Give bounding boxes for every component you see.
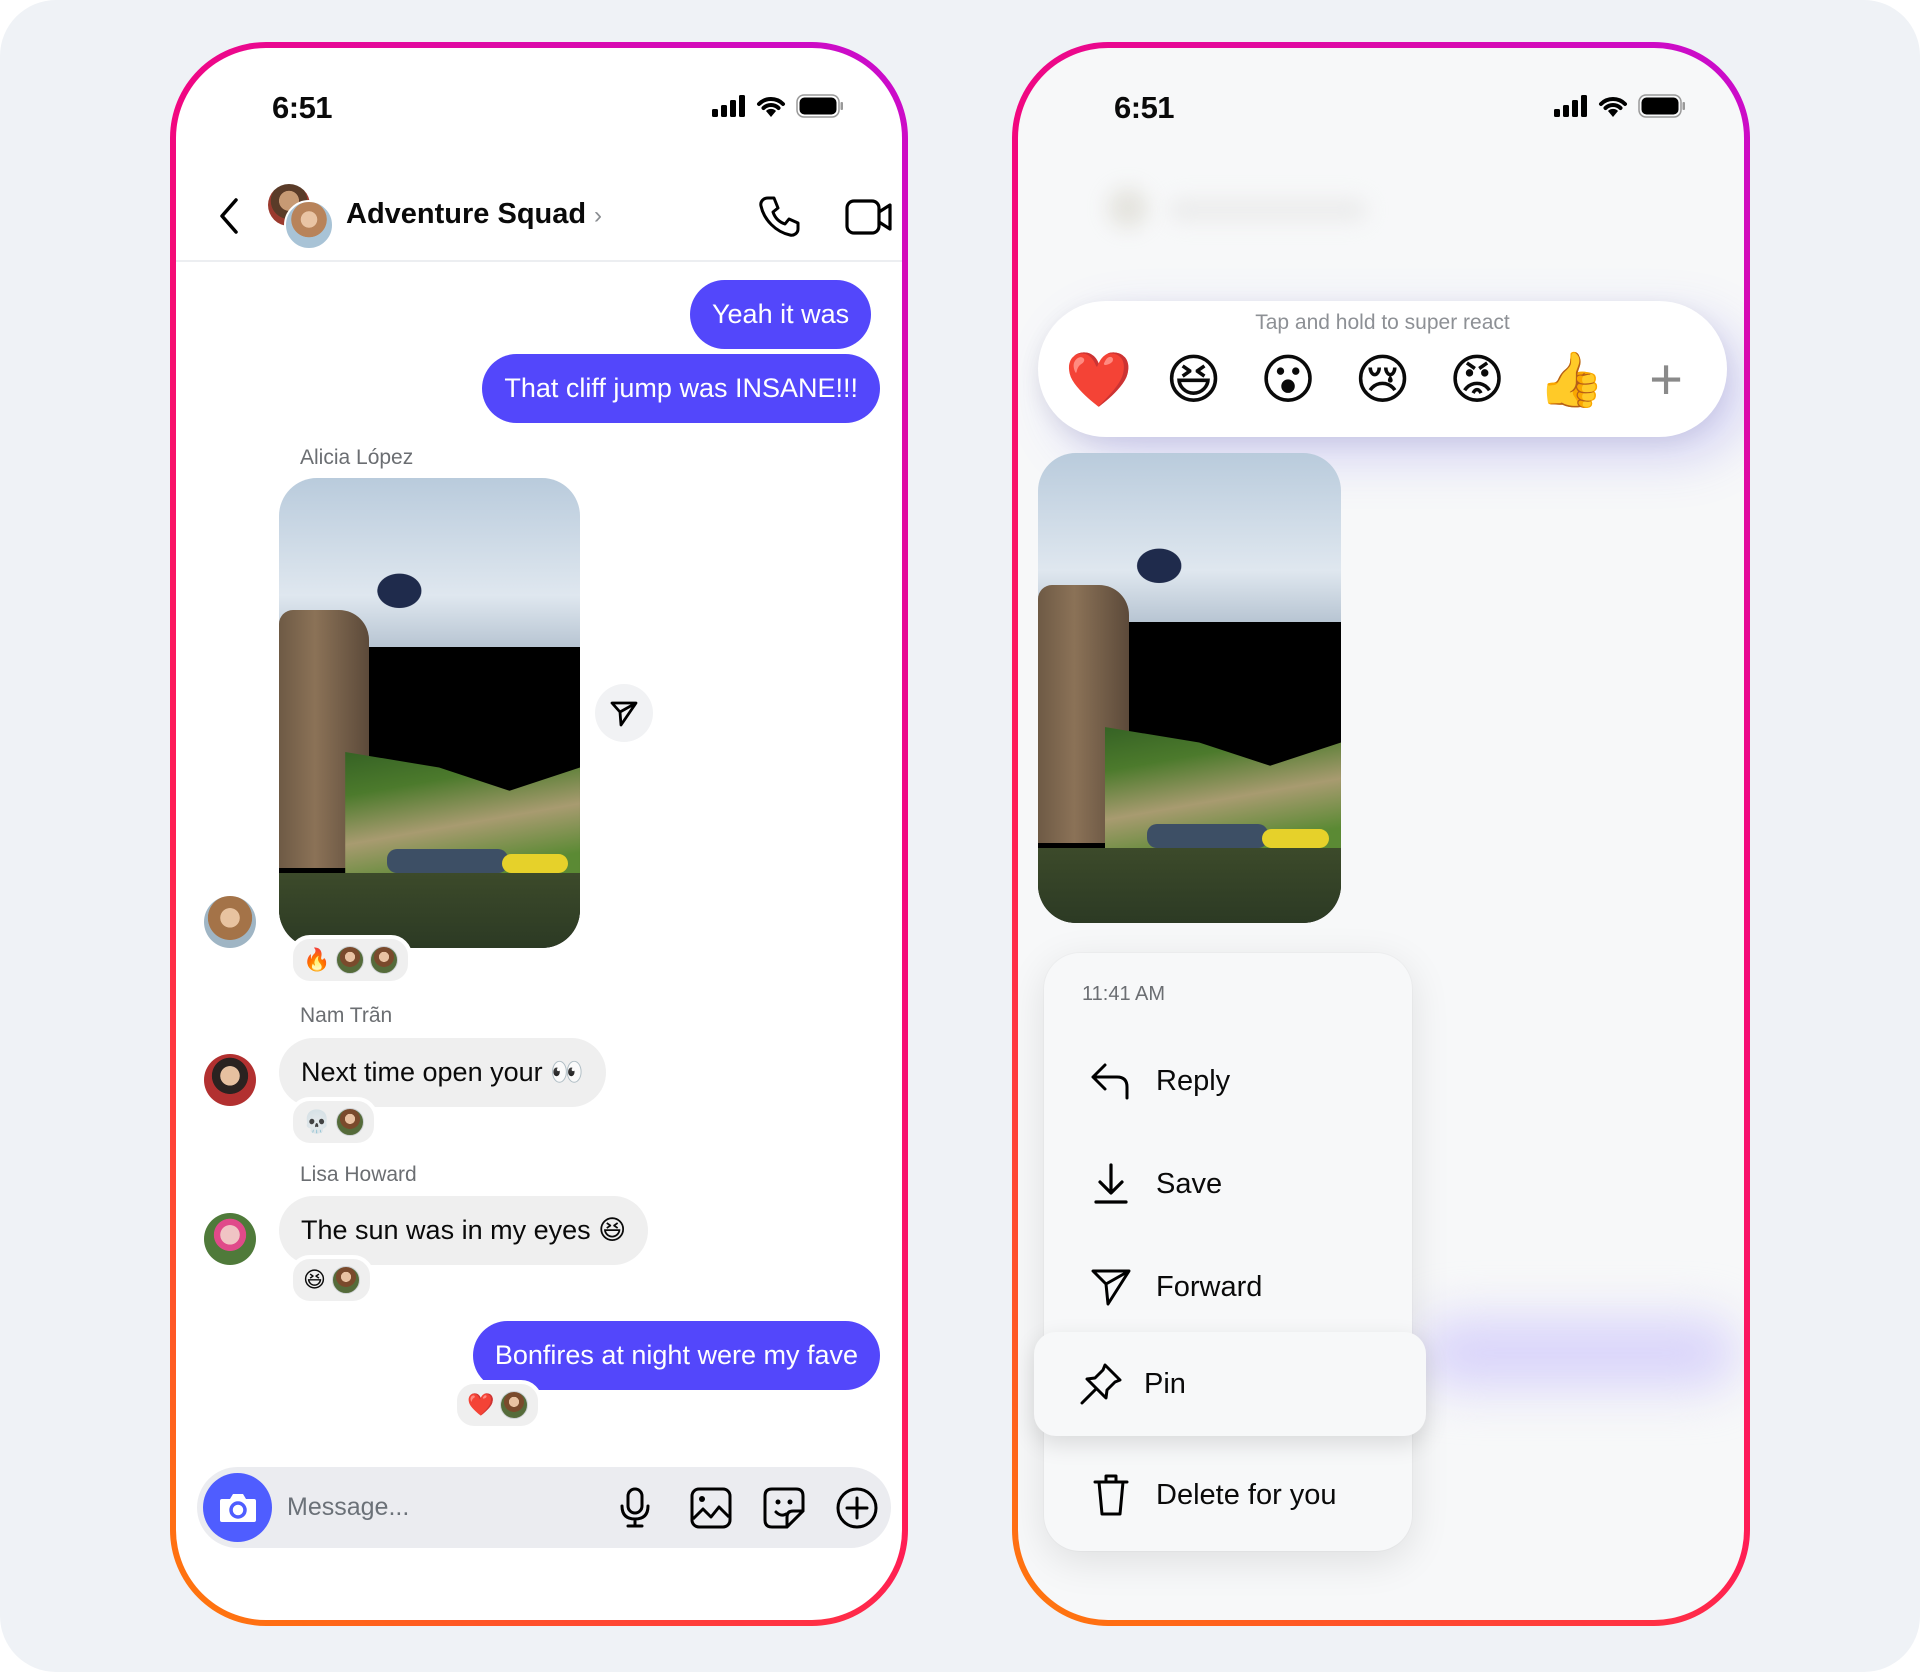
reaction-thumbs-up[interactable]: 👍 — [1537, 345, 1607, 415]
chevron-right-icon[interactable]: › — [594, 202, 602, 230]
message-input[interactable]: Message... — [287, 1467, 409, 1548]
reaction-emoji: 🔥 — [303, 947, 331, 972]
reaction-angry[interactable]: 😡 — [1442, 345, 1512, 415]
reaction-emoji: 😆 — [303, 1267, 326, 1292]
avatar-lisa[interactable] — [204, 1213, 256, 1265]
more-reactions-button[interactable]: + — [1631, 345, 1701, 415]
message-bubble-outgoing[interactable]: Yeah it was — [690, 280, 872, 349]
blurred-outgoing-bubble — [1418, 1318, 1738, 1388]
reaction-emoji: ❤️ — [467, 1392, 495, 1417]
menu-item-label: Reply — [1156, 1064, 1231, 1097]
send-icon — [610, 701, 638, 727]
reply-icon — [1091, 1063, 1129, 1100]
reaction-heart[interactable]: ❤️ — [1064, 345, 1134, 415]
send-icon — [1091, 1269, 1131, 1306]
sender-name: Lisa Howard — [300, 1163, 417, 1186]
battery-icon — [1638, 94, 1685, 118]
download-icon — [1094, 1163, 1128, 1204]
cellular-signal-icon — [1554, 95, 1587, 117]
menu-item-label: Save — [1156, 1167, 1223, 1200]
chat-header: Adventure Squad › — [176, 176, 902, 256]
blurred-header-title — [1168, 198, 1368, 222]
phone-chat-view: 6:51 Adventure Squad › Yeah it was That … — [170, 42, 908, 1626]
message-composer: Message... — [197, 1467, 891, 1548]
sender-name: Nam Trãn — [300, 1004, 393, 1027]
photo-raft — [501, 854, 568, 873]
gallery-icon[interactable] — [690, 1487, 732, 1529]
message-reactions[interactable]: 💀 — [289, 1097, 379, 1147]
message-reactions[interactable]: 🔥 — [289, 935, 413, 985]
reaction-laughing[interactable]: 😆 — [1159, 345, 1229, 415]
photo-raft — [387, 849, 508, 873]
menu-item-delete[interactable]: Delete for you — [1044, 1450, 1412, 1540]
reactor-avatar — [336, 946, 365, 974]
photo-raft — [1147, 824, 1269, 848]
reaction-hint: Tap and hold to super react — [1255, 311, 1510, 334]
pin-icon — [1080, 1363, 1122, 1405]
video-camera-icon[interactable] — [844, 194, 894, 240]
reactor-avatar — [336, 1108, 365, 1136]
menu-item-label: Delete for you — [1156, 1478, 1337, 1511]
chat-screen: 6:51 Adventure Squad › Yeah it was That … — [176, 48, 902, 1620]
wifi-icon — [1599, 97, 1627, 117]
status-icons — [1554, 94, 1686, 118]
sticker-icon[interactable] — [763, 1487, 805, 1529]
menu-item-label: Pin — [1144, 1367, 1186, 1400]
forward-photo-button[interactable] — [595, 684, 653, 742]
phone-context-menu-view: 6:51 Tap and hold to super react ❤️ 😆 😮 … — [1012, 42, 1750, 1626]
status-icons — [712, 94, 844, 118]
menu-item-forward[interactable]: Forward — [1044, 1242, 1412, 1332]
menu-item-save[interactable]: Save — [1044, 1139, 1412, 1229]
avatar-nam[interactable] — [204, 1054, 256, 1106]
wifi-icon — [757, 97, 785, 117]
reactor-avatar — [370, 946, 399, 974]
photo-water — [1038, 847, 1341, 923]
microphone-icon[interactable] — [617, 1487, 653, 1529]
message-timestamp: 11:41 AM — [1082, 983, 1166, 1005]
message-bubble-outgoing[interactable]: That cliff jump was INSANE!!! — [482, 354, 880, 423]
group-avatar[interactable] — [268, 184, 334, 250]
message-bubble-outgoing[interactable]: Bonfires at night were my fave — [472, 1321, 880, 1390]
camera-button[interactable] — [203, 1473, 272, 1542]
blurred-header-avatar — [1108, 188, 1148, 228]
cellular-signal-icon — [712, 95, 745, 117]
reaction-surprised[interactable]: 😮 — [1253, 345, 1323, 415]
reaction-emoji: 💀 — [303, 1109, 331, 1134]
message-reactions[interactable]: ❤️ — [453, 1380, 543, 1430]
menu-item-pin[interactable]: Pin — [1034, 1332, 1426, 1436]
trash-icon — [1093, 1474, 1129, 1516]
reaction-options: ❤️ 😆 😮 😢 😡 👍 + — [1064, 345, 1701, 415]
reactor-avatar — [331, 1266, 360, 1294]
context-screen: 6:51 Tap and hold to super react ❤️ 😆 😮 … — [1018, 48, 1744, 1620]
message-action-menu: 11:41 AM Reply Save Forward Delete for y… — [1044, 953, 1412, 1551]
status-time: 6:51 — [272, 90, 333, 125]
phone-icon[interactable] — [756, 194, 802, 240]
menu-item-reply[interactable]: Reply — [1044, 1036, 1412, 1126]
header-divider — [176, 260, 902, 262]
photo-raft — [1262, 829, 1329, 848]
message-reactions[interactable]: 😆 — [289, 1255, 374, 1305]
add-icon[interactable] — [836, 1487, 878, 1529]
menu-item-label: Forward — [1156, 1270, 1263, 1303]
avatar — [284, 200, 334, 250]
status-time: 6:51 — [1114, 90, 1175, 125]
sender-name: Alicia López — [300, 446, 414, 469]
battery-icon — [796, 94, 843, 118]
reaction-picker: Tap and hold to super react ❤️ 😆 😮 😢 😡 👍… — [1038, 301, 1727, 437]
selected-photo-message — [1038, 453, 1341, 923]
chat-title[interactable]: Adventure Squad — [346, 198, 586, 231]
avatar-alicia[interactable] — [204, 896, 256, 948]
photo-message[interactable] — [279, 478, 580, 948]
back-chevron-icon[interactable] — [214, 196, 244, 236]
reaction-crying[interactable]: 😢 — [1348, 345, 1418, 415]
reactor-avatar — [500, 1391, 529, 1419]
camera-icon — [219, 1493, 256, 1522]
